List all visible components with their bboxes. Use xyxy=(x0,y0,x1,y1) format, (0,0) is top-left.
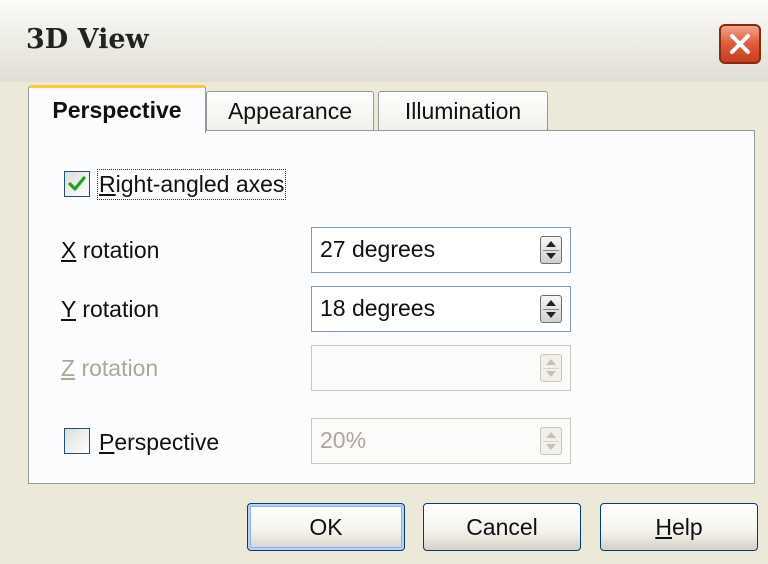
x-rotation-spin-buttons[interactable] xyxy=(540,236,562,264)
close-x-icon xyxy=(730,34,750,54)
ok-button[interactable]: OK xyxy=(247,503,405,551)
checkmark-icon xyxy=(68,176,86,191)
spin-up-icon xyxy=(546,359,556,365)
tab-illumination[interactable]: Illumination xyxy=(378,91,548,131)
x-rotation-value: 27 degrees xyxy=(320,236,436,262)
help-button[interactable]: Help xyxy=(600,503,758,551)
window-title: 3D View xyxy=(26,24,149,55)
y-rotation-label: Y rotation xyxy=(61,296,160,322)
y-rotation-value: 18 degrees xyxy=(320,295,436,321)
tab-perspective[interactable]: Perspective xyxy=(28,85,206,133)
y-rotation-spin-buttons[interactable] xyxy=(540,295,562,323)
perspective-tab-panel: Right-angled axes X rotation 27 degrees … xyxy=(28,130,755,484)
3d-view-dialog: 3D View Perspective Appearance Illuminat… xyxy=(0,0,768,564)
right-angled-axes-checkbox[interactable] xyxy=(64,171,90,197)
title-bar[interactable]: 3D View xyxy=(0,0,768,82)
y-rotation-spinbox[interactable]: 18 degrees xyxy=(311,286,571,332)
spin-down-icon[interactable] xyxy=(546,253,556,259)
x-rotation-label: X rotation xyxy=(61,237,160,263)
spin-up-icon[interactable] xyxy=(546,241,556,247)
close-button[interactable] xyxy=(719,24,761,64)
perspective-checkbox[interactable] xyxy=(64,428,90,454)
z-rotation-spin-buttons xyxy=(540,354,562,382)
x-rotation-spinbox[interactable]: 27 degrees xyxy=(311,227,571,273)
perspective-value: 20% xyxy=(320,427,367,453)
cancel-button[interactable]: Cancel xyxy=(423,503,581,551)
right-angled-axes-label[interactable]: Right-angled axes xyxy=(96,169,287,200)
spin-down-icon xyxy=(546,371,556,377)
tab-appearance[interactable]: Appearance xyxy=(206,91,374,131)
perspective-spin-buttons xyxy=(540,427,562,455)
spin-up-icon xyxy=(546,432,556,438)
perspective-spinbox: 20% xyxy=(311,418,571,464)
spin-down-icon xyxy=(546,444,556,450)
spin-up-icon[interactable] xyxy=(546,300,556,306)
perspective-label[interactable]: Perspective xyxy=(99,429,219,456)
z-rotation-label: Z rotation xyxy=(61,355,159,381)
spin-down-icon[interactable] xyxy=(546,312,556,318)
z-rotation-spinbox xyxy=(311,345,571,391)
